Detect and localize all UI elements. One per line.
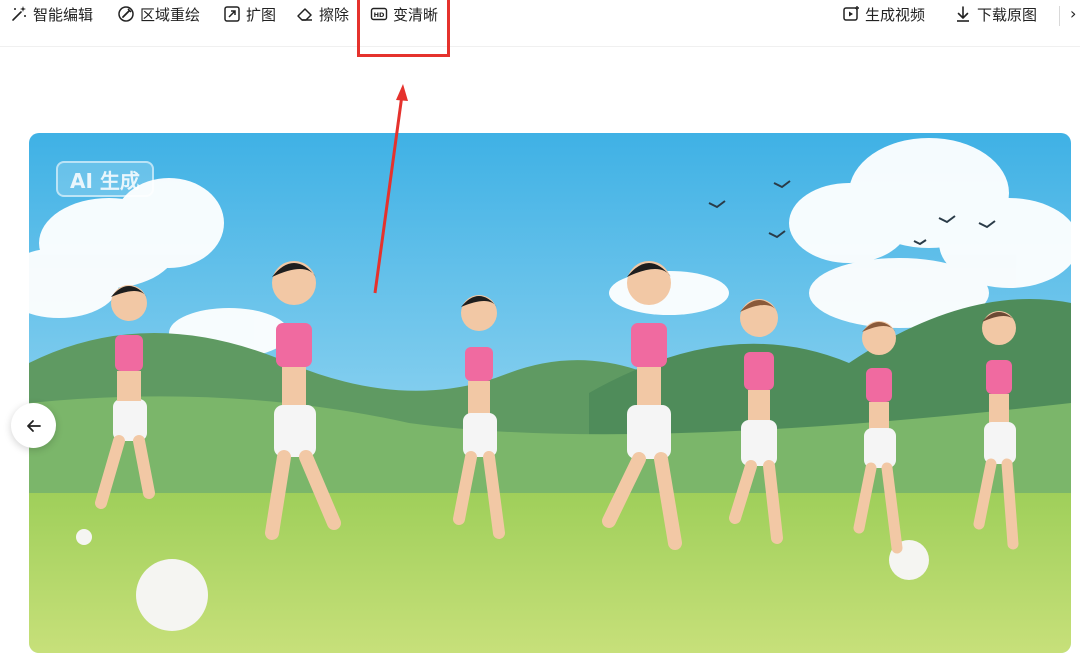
smart-edit-label: 智能编辑 [33,5,94,24]
video-add-icon [843,6,859,21]
erase-button[interactable]: 擦除 [296,3,349,25]
generate-video-label: 生成视频 [865,5,926,24]
smart-edit-button[interactable]: 智能编辑 [10,3,93,25]
running-girls-illustration [29,133,1071,653]
download-original-label: 下载原图 [977,5,1038,24]
toolbar-divider [1059,6,1060,26]
expand-image-button[interactable]: 扩图 [223,3,276,25]
generate-video-button[interactable]: 生成视频 [842,3,925,25]
expand-icon [224,6,240,22]
download-icon [957,6,969,22]
previous-image-button[interactable] [11,403,56,448]
region-redraw-button[interactable]: 区域重绘 [117,3,200,25]
region-redraw-label: 区域重绘 [140,5,201,24]
brush-circle-icon [118,6,134,22]
ai-generated-badge: AI 生成 [56,161,154,197]
eraser-icon [297,8,312,21]
more-icon[interactable]: › [1070,4,1076,23]
erase-label: 擦除 [319,5,350,24]
magic-wand-icon [12,6,26,21]
arrow-left-icon [26,419,41,432]
download-original-button[interactable]: 下载原图 [954,3,1037,25]
generated-image [29,133,1071,653]
expand-image-label: 扩图 [246,5,277,24]
highlight-box [357,0,450,57]
image-toolbar: 智能编辑 区域重绘 扩图 擦除 HD 变清晰 生成视频 下载原图 › [0,0,1080,47]
